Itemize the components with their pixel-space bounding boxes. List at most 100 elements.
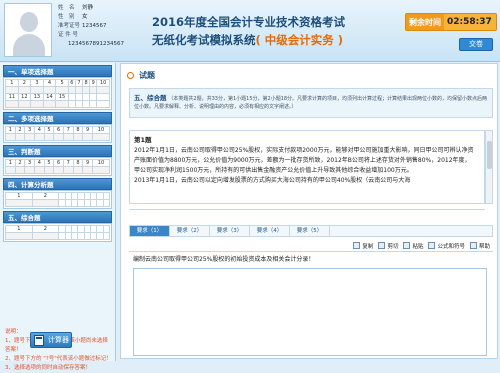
q-cell[interactable]: 5 <box>43 126 55 134</box>
q-cell[interactable]: 12 <box>17 93 32 101</box>
help-button[interactable]: 帮助 <box>469 242 490 250</box>
tab-requirement-3[interactable]: 要求（3） <box>210 226 250 236</box>
q-cell[interactable]: 1 <box>5 225 33 233</box>
q-cell[interactable]: 8 <box>72 159 84 167</box>
note-line: 2、题号下方的 "?号"代表该小题做过标记！ <box>5 356 112 362</box>
q-cell[interactable]: 7 <box>74 79 84 87</box>
q-status <box>67 86 76 94</box>
q-cell[interactable]: 10 <box>91 159 111 167</box>
q-cell[interactable]: 8 <box>82 79 91 87</box>
q-status <box>89 86 98 94</box>
q-cell[interactable]: 4 <box>33 126 45 134</box>
q-status <box>24 133 35 141</box>
q-cell[interactable]: 6 <box>53 126 64 134</box>
q-status <box>55 86 69 94</box>
section-true-false[interactable]: 三、判断题 <box>3 145 112 157</box>
section-calculation[interactable]: 四、计算分析题 <box>3 178 112 190</box>
formula-button[interactable]: 公式和符号 <box>428 242 465 250</box>
q-status <box>55 100 69 108</box>
q-cell[interactable]: 3 <box>30 79 44 87</box>
section-comprehensive[interactable]: 五、综合题 <box>3 211 112 223</box>
q-cell[interactable]: 4 <box>33 159 45 167</box>
calculator-icon <box>34 334 44 346</box>
grid-true-false: 1 2 3 4 5 6 7 8 9 10 <box>3 157 112 176</box>
q-cell[interactable]: 7 <box>62 126 74 134</box>
q-status <box>74 86 84 94</box>
q-status <box>14 166 26 174</box>
section-heading-text: 试题 <box>139 71 155 80</box>
editor-toolbar: 复制 剪切 粘贴 公式和符号 帮助 <box>129 240 493 252</box>
q-status <box>17 100 32 108</box>
q-cell <box>102 225 111 233</box>
tab-requirement-4[interactable]: 要求（4） <box>250 226 290 236</box>
q-cell[interactable]: 15 <box>55 93 69 101</box>
q-cell[interactable]: 11 <box>5 93 19 101</box>
q-cell[interactable]: 9 <box>89 79 98 87</box>
q-cell[interactable]: 10 <box>96 79 110 87</box>
tab-requirement-1[interactable]: 要求（1） <box>130 226 170 236</box>
q-status <box>30 100 44 108</box>
question-scrollbar[interactable] <box>485 130 493 204</box>
section-multiple-choice[interactable]: 二、多项选择题 <box>3 112 112 124</box>
system-title: 无纸化考试模拟系统( 中级会计实务 ) <box>152 32 343 48</box>
q-cell[interactable]: 2 <box>31 192 60 200</box>
q-cell[interactable]: 1 <box>5 126 16 134</box>
info-row: 姓 名 刘静 <box>58 4 124 13</box>
q-cell[interactable]: 10 <box>91 126 111 134</box>
q-cell[interactable]: 9 <box>82 126 93 134</box>
q-cell[interactable]: 2 <box>14 126 26 134</box>
question-number: 第1题 <box>134 136 152 144</box>
subquestion-text: 编制云南公司取得甲公司25%股权的初始投资成本及相关会计分录！ <box>133 256 315 263</box>
q-cell[interactable]: 5 <box>55 79 69 87</box>
q-status <box>62 133 74 141</box>
q-cell <box>67 93 76 101</box>
q-cell[interactable]: 7 <box>62 159 74 167</box>
q-status <box>5 133 16 141</box>
formula-label: 公式和符号 <box>437 243 465 250</box>
section-single-choice[interactable]: 一、单项选择题 <box>3 65 112 77</box>
info-row: 证 件 号 <box>58 31 124 40</box>
q-cell <box>96 93 110 101</box>
answer-area[interactable] <box>133 268 487 356</box>
q-status <box>53 166 64 174</box>
calculator-button[interactable]: 计算器 <box>30 332 72 348</box>
info-row: 1234567891234567 <box>58 40 124 49</box>
q-cell[interactable]: 1 <box>5 79 19 87</box>
scrollbar-thumb[interactable] <box>487 141 492 169</box>
q-status <box>82 133 93 141</box>
q-status <box>31 232 60 240</box>
question-type-description: （本类题共2题，共33分，第1小题15分，第2小题18分。凡要求计算的项目，均须… <box>134 96 488 110</box>
grid-single-choice: 1 2 3 4 5 6 7 8 9 10 11 12 13 14 15 <box>3 77 112 110</box>
cut-button[interactable]: 剪切 <box>378 242 398 250</box>
q-cell[interactable]: 2 <box>17 79 32 87</box>
q-cell[interactable]: 2 <box>14 159 26 167</box>
info-key-id-no: 证 件 号 <box>58 32 78 38</box>
paste-button[interactable]: 粘贴 <box>403 242 423 250</box>
submit-button[interactable]: 交卷 <box>459 38 493 51</box>
q-status <box>42 100 57 108</box>
q-cell[interactable]: 8 <box>72 126 84 134</box>
q-status <box>82 100 91 108</box>
q-cell[interactable]: 6 <box>67 79 76 87</box>
info-key-gender: 性 别 <box>58 14 75 20</box>
q-cell[interactable]: 1 <box>5 192 33 200</box>
q-cell <box>102 192 111 200</box>
q-status <box>67 100 76 108</box>
q-cell[interactable]: 5 <box>43 159 55 167</box>
copy-label: 复制 <box>362 243 374 250</box>
q-cell[interactable]: 2 <box>31 225 60 233</box>
copy-button[interactable]: 复制 <box>353 242 373 250</box>
q-cell[interactable]: 3 <box>24 126 35 134</box>
tab-requirement-2[interactable]: 要求（2） <box>170 226 210 236</box>
q-status <box>24 166 35 174</box>
section-heading: 试题 <box>127 70 155 81</box>
q-cell[interactable]: 4 <box>42 79 57 87</box>
cut-label: 剪切 <box>387 243 399 250</box>
q-cell[interactable]: 6 <box>53 159 64 167</box>
q-cell[interactable]: 9 <box>82 159 93 167</box>
q-cell[interactable]: 1 <box>5 159 16 167</box>
q-cell[interactable]: 14 <box>42 93 57 101</box>
q-cell[interactable]: 3 <box>24 159 35 167</box>
q-cell[interactable]: 13 <box>30 93 44 101</box>
tab-requirement-5[interactable]: 要求（5） <box>290 226 330 236</box>
